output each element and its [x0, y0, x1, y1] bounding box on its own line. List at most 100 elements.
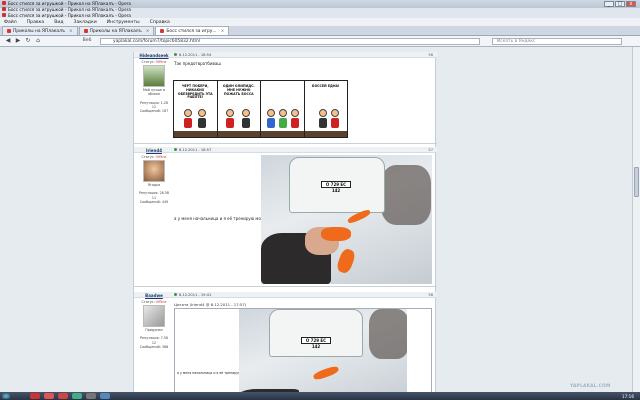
app-taskbar-icon[interactable] [86, 393, 96, 399]
maximize-button[interactable]: □ [615, 1, 625, 7]
post-author[interactable]: Iriend4 [138, 148, 170, 153]
favicon-icon [160, 29, 165, 33]
forward-button[interactable]: ▶ [14, 38, 22, 45]
system-clock: 17:16 [621, 393, 634, 399]
search-input[interactable]: Искать в Яндекс [492, 38, 622, 45]
forum-post: Iriend4 8.12.2011 - 18:57 57 Статус: Off… [134, 147, 437, 287]
comic-panel: БОССЕЙ ЕДНА! [304, 81, 347, 137]
post-date: 8.12.2011 - 18:54 [174, 53, 211, 57]
tab-label: Приколы на ЯПлакалъ [89, 28, 142, 34]
user-rank: Мой лучше в яблоке [142, 88, 166, 97]
menu-edit[interactable]: Правка [27, 20, 44, 25]
back-button[interactable]: ◀ [4, 38, 12, 45]
forum-thread: Hideandseek 8.12.2011 - 18:54 56 Статус:… [133, 52, 437, 400]
browser-tab[interactable]: Приколы на ЯПлакалъ × [2, 26, 78, 35]
avatar[interactable] [143, 65, 165, 88]
menu-bar: Файл Правка Вид Закладки Инструменты Спр… [0, 18, 640, 26]
comic-speech: БОССЕЙ ЕДНА! [312, 84, 340, 88]
os-taskbar: 17:16 [0, 392, 640, 400]
browser-tab-active[interactable]: Босс стился за игру... × [155, 26, 230, 35]
user-reputation: Репутация: 7.58 12 [140, 336, 168, 345]
menu-bookmarks[interactable]: Закладки [74, 20, 97, 25]
quoted-photo[interactable]: О 729 ЕС 142 [239, 309, 407, 400]
window-title-text: Босс стился за игрушкой - Прикол на ЯПла… [8, 6, 131, 12]
quote-box: а у меня начальница и я её тренирую мочу… [174, 308, 432, 400]
user-rank: Придумал [145, 328, 163, 333]
post-text: Так предотвратбиваш [174, 61, 221, 66]
home-button[interactable]: ⌂ [34, 38, 42, 45]
tab-bar: Приколы на ЯПлакалъ × Приколы на ЯПлакалъ… [0, 26, 640, 36]
user-messages: Сообщений: 187 [139, 109, 169, 114]
site-watermark: YAPLAKAL.COM [570, 384, 611, 389]
user-messages: Сообщений: 449 [139, 199, 169, 204]
forum-post: Hideandseek 8.12.2011 - 18:54 56 Статус:… [134, 52, 437, 144]
post-date: 8.12.2011 - 19:41 [174, 293, 211, 297]
post-author[interactable]: Hideandseek [138, 53, 170, 58]
user-messages: Сообщений: 386 [139, 344, 169, 349]
reload-button[interactable]: ↻ [24, 38, 32, 45]
post-photo[interactable]: О 729 ЕС 142 [261, 155, 432, 284]
comic-panel: ЧЕРТ ПОБЕРИ, НИКАКИХ ОБЕЗВРЕДИТЬ ЭТА РАБ… [174, 81, 218, 137]
opera-taskbar-icon[interactable] [44, 393, 54, 399]
post-header: Hideandseek 8.12.2011 - 18:54 56 [134, 52, 437, 58]
close-tab-icon[interactable]: × [221, 29, 225, 34]
post-number[interactable]: 56 [428, 53, 433, 57]
app-taskbar-icon[interactable] [100, 393, 110, 399]
close-tab-icon[interactable]: × [69, 29, 73, 34]
user-info: Статус: Offline Ягодка Репутация: 28.58 … [138, 155, 170, 204]
user-info: Статус: Offline Мой лучше в яблоке Репут… [138, 60, 170, 113]
post-number[interactable]: 58 [428, 293, 433, 297]
post-date: 8.12.2011 - 18:57 [174, 148, 211, 152]
user-reputation: Репутация: 1.28 12 [140, 100, 168, 109]
status-value: Offline [155, 60, 167, 64]
license-plate: О 729 ЕС 142 [321, 181, 351, 193]
url-input[interactable]: yaplakal.com/forum7/topic605832.html [100, 38, 480, 45]
start-icon[interactable] [2, 393, 10, 399]
minimize-button[interactable]: _ [604, 1, 614, 7]
user-rank: Ягодка [147, 183, 161, 188]
status-value: Offline [155, 300, 167, 304]
opera-icon [2, 1, 6, 5]
window-title-text: Босс стился за игрушкой - Прикол на ЯПла… [8, 12, 131, 18]
browser-tab[interactable]: Приколы на ЯПлакалъ × [78, 26, 155, 35]
menu-file[interactable]: Файл [4, 20, 17, 25]
post-header: Baadwe 8.12.2011 - 19:41 58 [134, 292, 437, 298]
address-toolbar: ◀ ▶ ↻ ⌂ Веб yaplakal.com/forum7/topic605… [0, 36, 640, 47]
opera-icon [2, 13, 6, 17]
menu-tools[interactable]: Инструменты [107, 20, 140, 25]
page-scrollbar[interactable] [632, 47, 640, 392]
opera-taskbar-icon[interactable] [58, 393, 68, 399]
post-text: а у меня начальница и я её тренирую мочу… [174, 216, 268, 221]
close-tab-icon[interactable]: × [146, 29, 150, 34]
avatar[interactable] [143, 160, 165, 183]
status-label: Статус: [141, 300, 155, 304]
comic-panel [261, 81, 305, 137]
status-value: Offline [155, 155, 167, 159]
post-author[interactable]: Baadwe [138, 293, 170, 298]
favicon-icon [7, 29, 11, 33]
forum-post: Baadwe 8.12.2011 - 19:41 58 Статус: Offl… [134, 292, 437, 400]
status-label: Статус: [141, 60, 155, 64]
opera-icon [2, 7, 6, 11]
tab-label: Босс стился за игру... [166, 28, 217, 34]
web-label: Веб [82, 38, 92, 43]
user-reputation: Репутация: 28.58 11 [138, 191, 170, 200]
app-taskbar-icon[interactable] [72, 393, 82, 399]
comic-speech: ОДИН ОЛИПИДС. МНЕ НУЖНО ПОЖАТЬ БОССА [222, 84, 255, 96]
menu-help[interactable]: Справка [150, 20, 170, 25]
post-number[interactable]: 57 [428, 148, 433, 152]
avatar[interactable] [143, 305, 165, 328]
license-plate: О 729 ЕС 142 [301, 337, 331, 349]
comic-panel: ОДИН ОЛИПИДС. МНЕ НУЖНО ПОЖАТЬ БОССА [217, 81, 261, 137]
scrollbar-thumb[interactable] [634, 167, 639, 197]
close-button[interactable]: x [626, 1, 636, 7]
quote-header: Цитата (Iriend4 @ 8.12.2011 - 17:57) [174, 302, 247, 307]
post-header: Iriend4 8.12.2011 - 18:57 57 [134, 147, 437, 153]
comic-speech: ЧЕРТ ПОБЕРИ, НИКАКИХ ОБЕЗВРЕДИТЬ ЭТА РАБ… [177, 84, 213, 100]
status-label: Статус: [141, 155, 155, 159]
menu-view[interactable]: Вид [54, 20, 63, 25]
opera-taskbar-icon[interactable] [30, 393, 40, 399]
comic-image: ЧЕРТ ПОБЕРИ, НИКАКИХ ОБЕЗВРЕДИТЬ ЭТА РАБ… [173, 80, 348, 138]
window-title-text: Босс стился за игрушкой - Прикол на ЯПла… [8, 0, 131, 6]
favicon-icon [83, 29, 88, 33]
